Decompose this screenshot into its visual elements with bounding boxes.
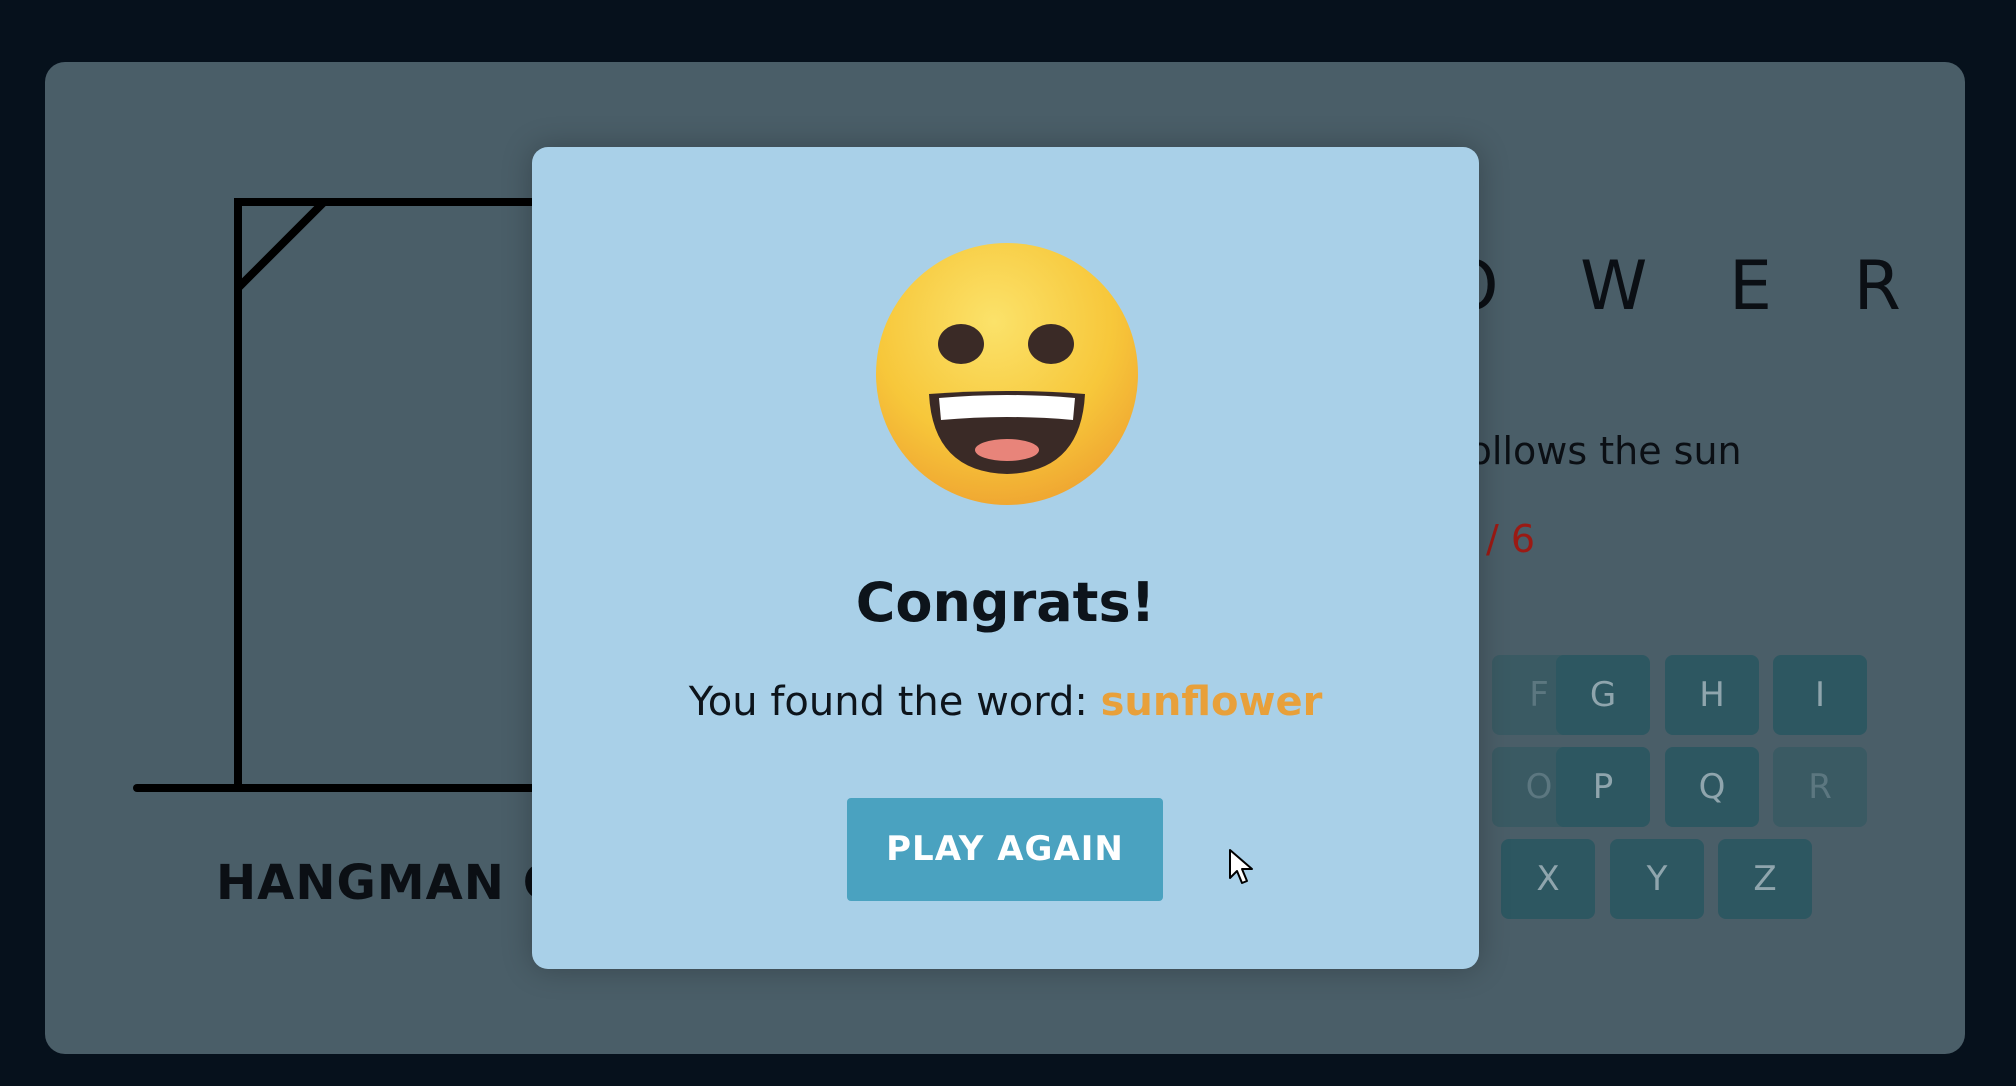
key-r[interactable]: R [1773,747,1867,827]
app-stage: HANGMAN G O W E R at follows the sun s: … [0,0,2016,1086]
play-again-button[interactable]: PLAY AGAIN [847,798,1163,901]
found-word: sunflower [1100,679,1323,725]
key-i[interactable]: I [1773,655,1867,735]
key-p[interactable]: P [1556,747,1650,827]
word-display: O W E R [1445,247,1931,326]
key-x[interactable]: X [1501,839,1595,919]
grinning-face-icon [876,243,1138,505]
mouse-cursor-icon [1229,849,1253,884]
game-title: HANGMAN G [216,855,564,911]
congrats-modal: Congrats! You found the word: sunflower … [532,147,1479,969]
hangman-gallows [133,198,569,792]
key-h[interactable]: H [1665,655,1759,735]
key-y[interactable]: Y [1610,839,1704,919]
gallows-brace [235,199,327,291]
modal-message: You found the word: sunflower [532,679,1479,725]
modal-message-prefix: You found the word: [688,679,1101,725]
key-q[interactable]: Q [1665,747,1759,827]
key-z[interactable]: Z [1718,839,1812,919]
modal-title: Congrats! [855,571,1156,634]
key-g[interactable]: G [1556,655,1650,735]
